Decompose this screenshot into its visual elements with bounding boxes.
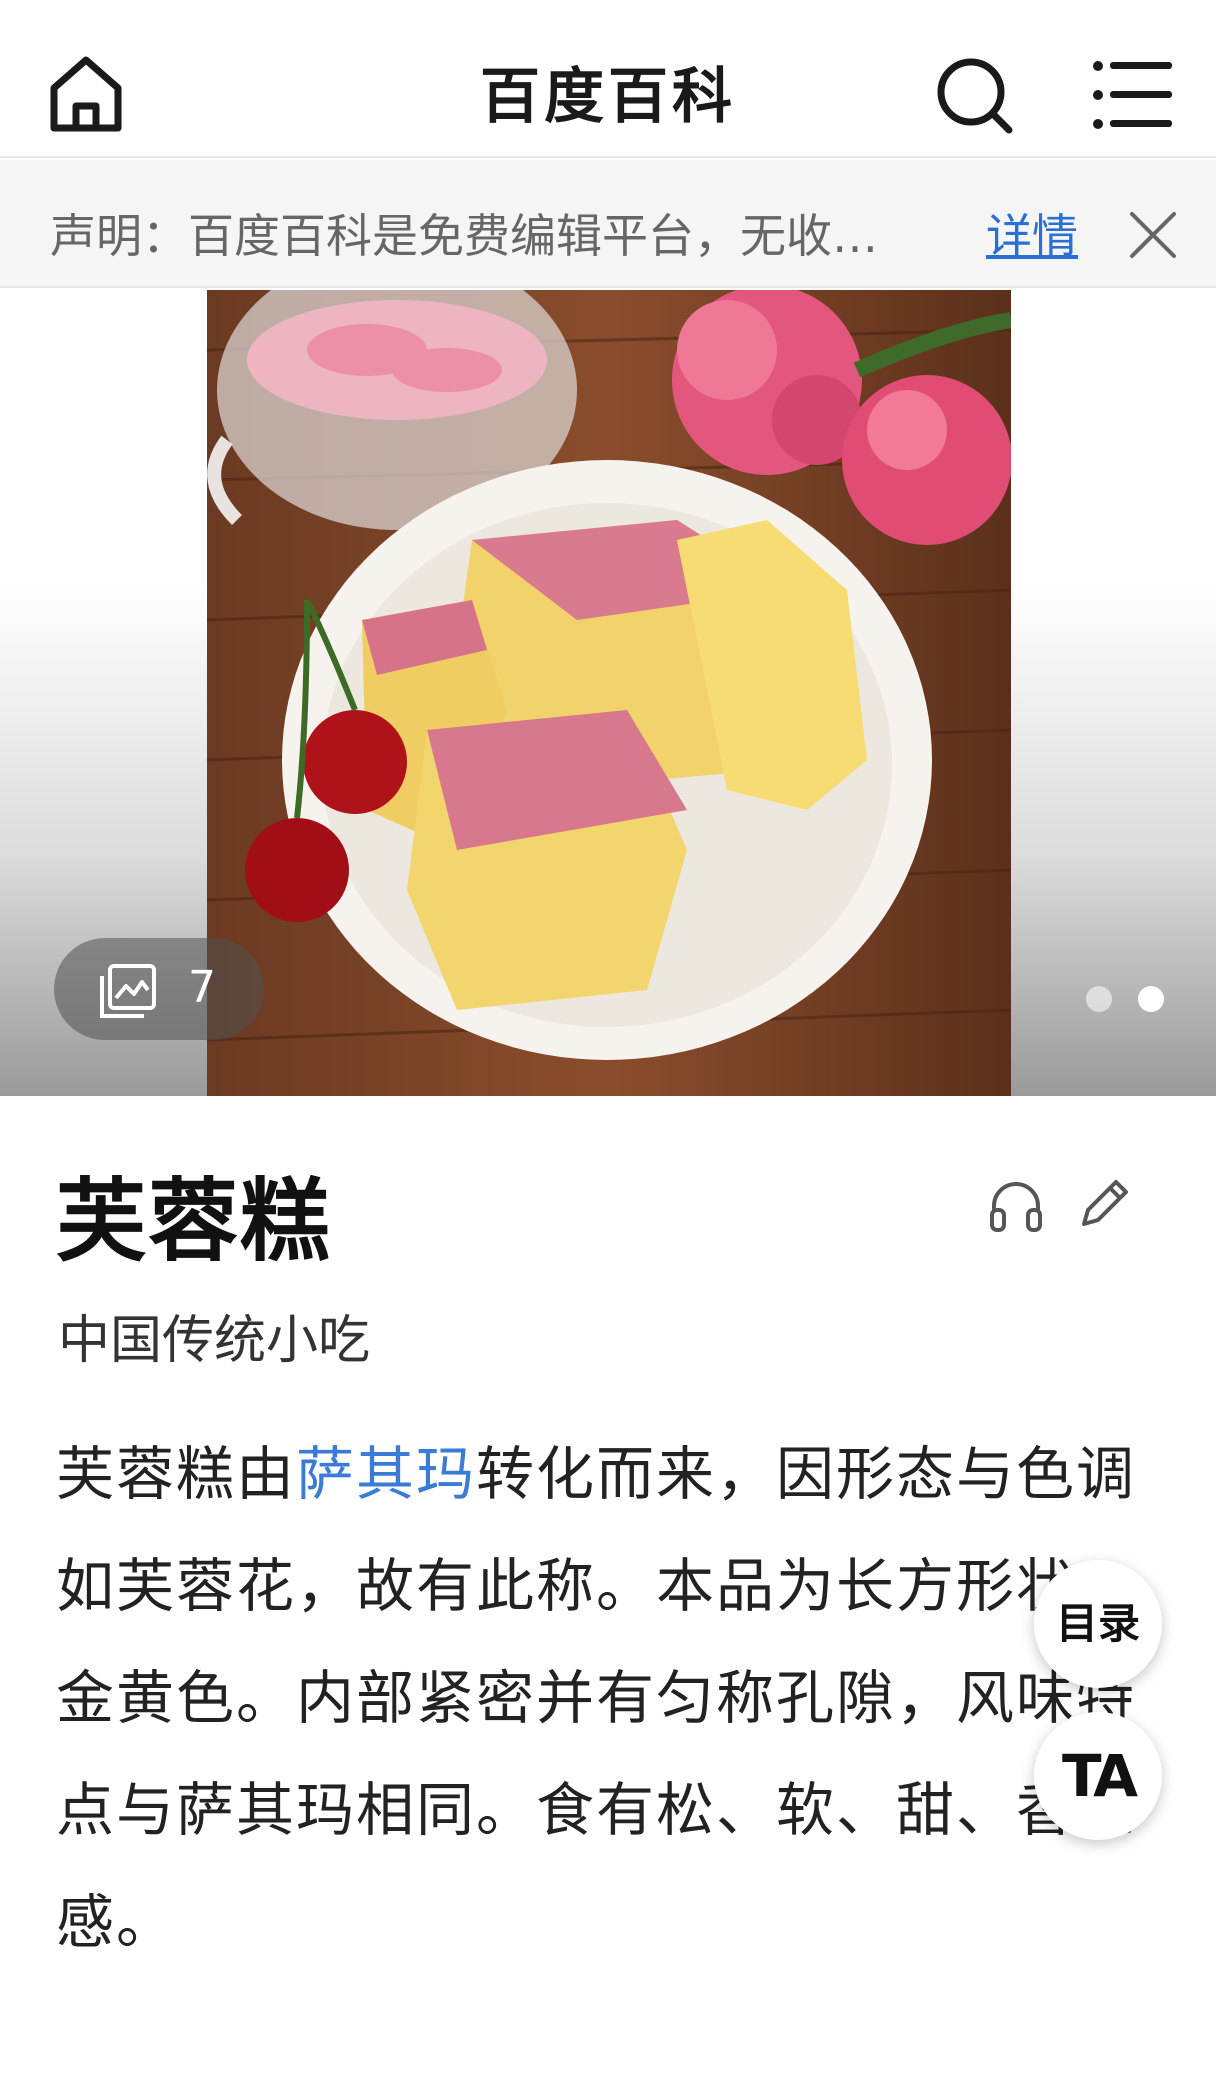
image-count-badge[interactable]: 7 bbox=[54, 938, 264, 1040]
entry-subtitle: 中国传统小吃 bbox=[58, 1311, 371, 1371]
menu-icon[interactable] bbox=[1092, 58, 1172, 132]
font-size-button[interactable]: TA bbox=[1034, 1712, 1162, 1840]
disclaimer-text: 声明：百度百科是免费编辑平台，无收… bbox=[50, 209, 878, 263]
entry-summary: 芙蓉糕由萨其玛转化而来，因形态与色调如芙蓉花，故有此称。本品为长方形状，金黄色。… bbox=[56, 1418, 1146, 1978]
search-icon[interactable] bbox=[935, 56, 1015, 136]
summary-link-saqima[interactable]: 萨其玛 bbox=[296, 1440, 476, 1508]
summary-text: 芙蓉糕由 bbox=[56, 1440, 297, 1508]
table-of-contents-button[interactable]: 目录 bbox=[1034, 1560, 1162, 1688]
summary-text: 转化而来，因形态与色调如芙蓉花，故有此称。本品为长方形状，金黄色。内部紧密并有匀… bbox=[56, 1440, 1137, 1956]
entry-title: 芙蓉糕 bbox=[56, 1169, 332, 1274]
entry-photo[interactable] bbox=[207, 290, 1011, 1096]
headphone-icon[interactable] bbox=[988, 1178, 1044, 1234]
pager-dot-active[interactable] bbox=[1138, 986, 1164, 1012]
close-icon[interactable] bbox=[1128, 210, 1178, 260]
disclaimer-bar: 声明：百度百科是免费编辑平台，无收… 详情 bbox=[0, 160, 1216, 288]
image-gallery[interactable]: 7 bbox=[0, 290, 1216, 1096]
top-nav-bar: 百度百科 bbox=[0, 0, 1216, 158]
image-count: 7 bbox=[188, 962, 216, 1013]
pencil-icon[interactable] bbox=[1076, 1176, 1132, 1232]
pager-dot[interactable] bbox=[1086, 986, 1112, 1012]
disclaimer-details-link[interactable]: 详情 bbox=[986, 200, 1078, 266]
image-gallery-icon bbox=[100, 964, 156, 1018]
site-title[interactable]: 百度百科 bbox=[0, 48, 1216, 135]
